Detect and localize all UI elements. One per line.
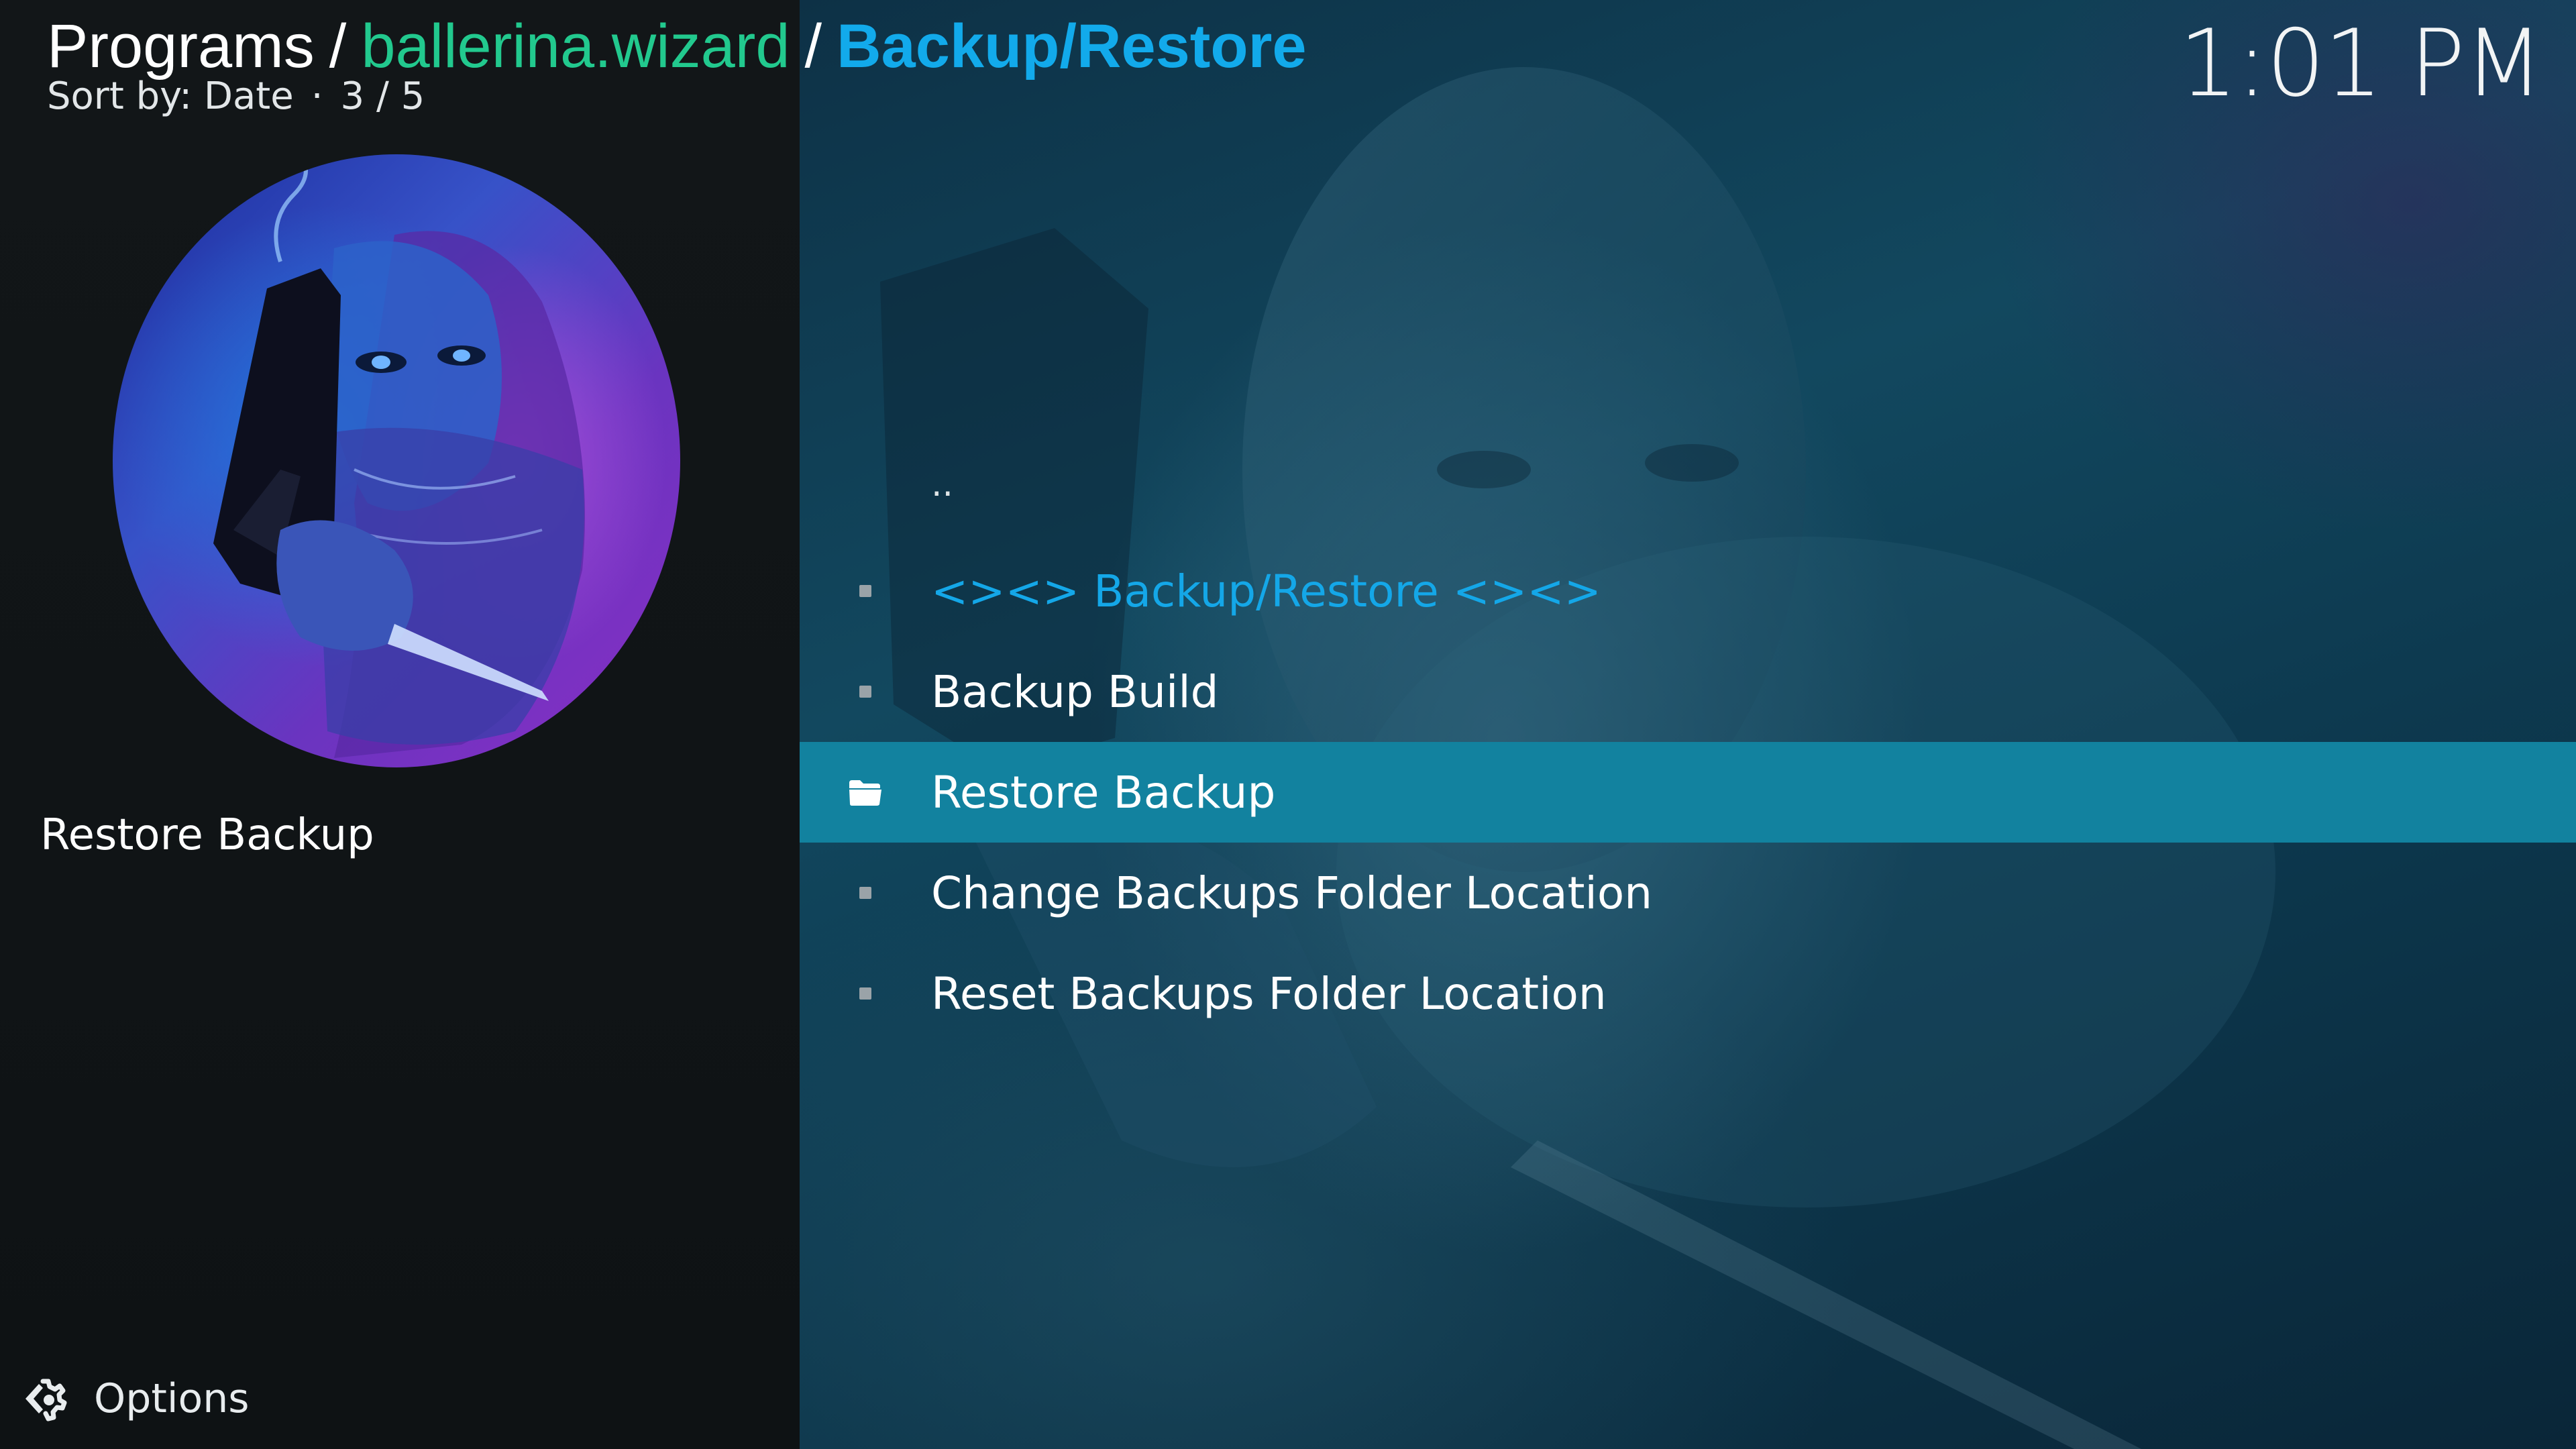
list-item-reset-backups-folder[interactable]: Reset Backups Folder Location xyxy=(800,943,2576,1044)
bullet-icon xyxy=(859,686,871,698)
options-label: Options xyxy=(94,1375,250,1422)
list-item-label: <><> Backup/Restore <><> xyxy=(931,565,1601,617)
kodi-window: Programs / ballerina.wizard / Backup/Restore… xyxy=(0,0,2576,1449)
list-item-label: Backup Build xyxy=(931,665,1219,718)
selected-item-title: Restore Backup xyxy=(40,810,374,860)
addon-artwork-icon xyxy=(213,154,585,758)
bullet-icon xyxy=(859,987,871,1000)
list-item-label: Reset Backups Folder Location xyxy=(931,967,1607,1020)
file-list: .. <><> Backup/Restore <><> Backup Build… xyxy=(800,440,2576,1044)
clock: 1:01 PM xyxy=(2178,9,2544,117)
bullet-icon xyxy=(859,585,871,597)
list-item-restore-backup[interactable]: Restore Backup xyxy=(800,742,2576,843)
breadcrumb-current: Backup/Restore xyxy=(837,12,1307,80)
options-gear-icon xyxy=(25,1379,67,1421)
list-item-label: Change Backups Folder Location xyxy=(931,867,1653,919)
list-item-parent-folder[interactable]: .. xyxy=(800,440,2576,541)
list-item-backup-build[interactable]: Backup Build xyxy=(800,641,2576,742)
sort-info: Sort by: Date · 3 / 5 xyxy=(47,72,425,121)
list-item-section-header[interactable]: <><> Backup/Restore <><> xyxy=(800,541,2576,641)
item-position: 3 / 5 xyxy=(340,74,425,118)
sort-label: Sort by: Date xyxy=(47,74,294,118)
breadcrumb-root: Programs xyxy=(47,12,315,80)
breadcrumb-separator: / xyxy=(804,12,822,80)
list-item-label: .. xyxy=(931,464,954,504)
breadcrumb-separator: / xyxy=(329,12,347,80)
sort-separator: · xyxy=(311,74,323,118)
list-item-label: Restore Backup xyxy=(931,766,1276,818)
breadcrumb-addon: ballerina.wizard xyxy=(361,12,790,80)
list-item-change-backups-folder[interactable]: Change Backups Folder Location xyxy=(800,843,2576,943)
options-button[interactable]: Options xyxy=(19,1368,250,1429)
addon-thumbnail xyxy=(113,154,680,767)
bullet-icon xyxy=(859,887,871,899)
folder-icon xyxy=(849,780,881,806)
